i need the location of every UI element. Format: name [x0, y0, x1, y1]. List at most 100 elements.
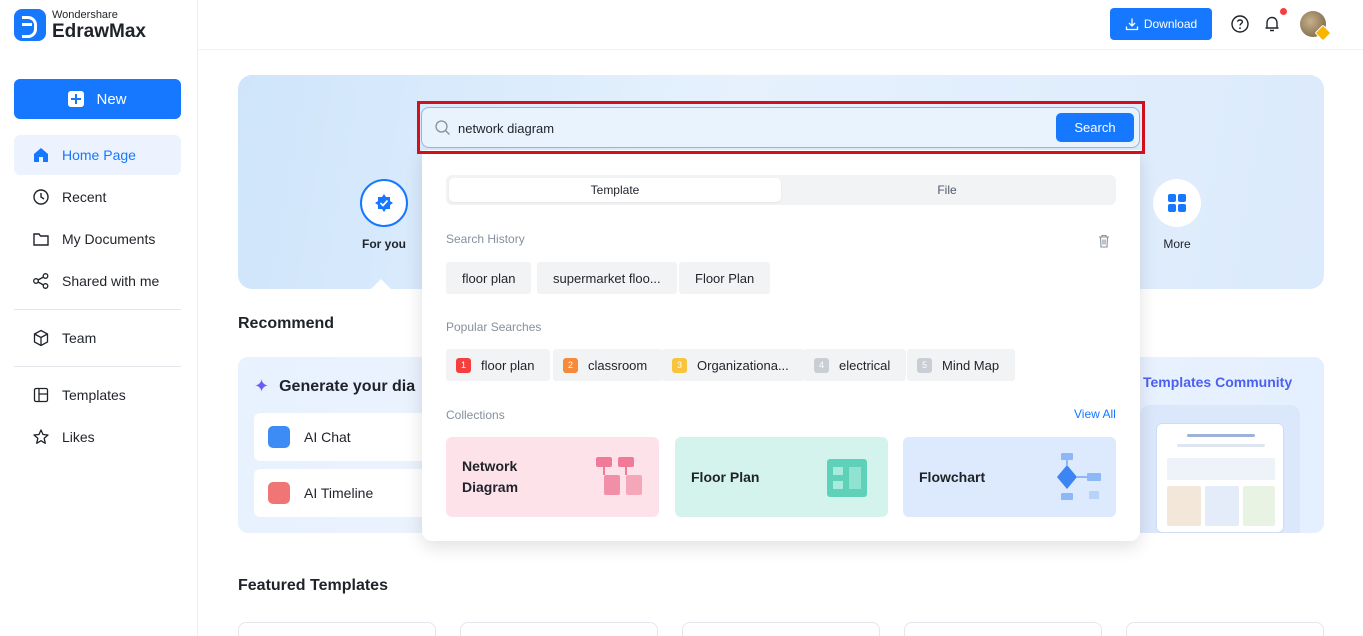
popular-searches-label: Popular Searches — [446, 320, 542, 334]
ai-item-label: AI Chat — [304, 429, 351, 445]
floor-plan-illustration — [827, 459, 867, 497]
sidebar-item-label: Templates — [62, 387, 126, 403]
brand-sub: Wondershare — [52, 8, 118, 21]
popular-chip-label: floor plan — [481, 357, 535, 373]
sidebar-item-label: Team — [62, 330, 97, 346]
edrawmax-logo-icon — [14, 9, 46, 41]
tab-file[interactable]: File — [781, 178, 1113, 202]
folder-icon — [33, 233, 49, 246]
rank-badge: 2 — [563, 357, 578, 373]
history-chip[interactable]: supermarket floo... — [537, 262, 677, 294]
ai-timeline-icon — [268, 482, 290, 504]
collection-label: Floor Plan — [691, 469, 760, 485]
history-chip[interactable]: Floor Plan — [679, 262, 771, 294]
category-more[interactable]: More — [1137, 179, 1217, 251]
help-icon[interactable] — [1230, 14, 1250, 34]
generate-title: ✦ Generate your dia — [254, 376, 415, 397]
rank-badge: 5 — [917, 357, 932, 373]
templates-community-preview[interactable] — [1140, 405, 1300, 533]
templates-community-title[interactable]: Templates Community — [1143, 374, 1292, 390]
search-input[interactable] — [458, 116, 1018, 140]
trash-icon[interactable] — [1096, 233, 1112, 249]
search-icon — [435, 120, 450, 135]
tab-template[interactable]: Template — [449, 178, 781, 202]
category-label: For you — [362, 237, 406, 251]
collection-label-line: Diagram — [462, 479, 519, 495]
featured-template-card[interactable] — [682, 622, 880, 636]
edrawmax-home: Wondershare EdrawMax New Home Page Recen… — [0, 0, 1363, 636]
download-button[interactable]: Download — [1110, 8, 1212, 40]
popular-chip[interactable]: 1 floor plan — [446, 349, 551, 381]
community-screenshot — [1156, 423, 1284, 533]
featured-template-card[interactable] — [1126, 622, 1324, 636]
category-for-you[interactable]: For you — [344, 179, 424, 251]
star-icon — [33, 429, 49, 444]
sidebar-item-home-page[interactable]: Home Page — [14, 135, 181, 175]
search-scope-tabs: Template File — [446, 175, 1116, 205]
popular-chip-label: classroom — [588, 357, 648, 373]
new-button[interactable]: New — [14, 79, 181, 119]
sidebar-item-my-documents[interactable]: My Documents — [14, 219, 181, 259]
team-icon — [33, 329, 49, 347]
avatar[interactable] — [1300, 11, 1326, 37]
brand-main: EdrawMax — [52, 20, 146, 42]
sidebar-item-label: Recent — [62, 189, 107, 205]
app-logo[interactable]: Wondershare EdrawMax — [14, 9, 146, 41]
notification-dot — [1280, 8, 1287, 15]
search-dropdown: Template File Search History floor plan … — [422, 150, 1140, 541]
rank-badge: 3 — [672, 357, 687, 373]
view-all-link[interactable]: View All — [1074, 407, 1116, 421]
rank-badge: 4 — [814, 357, 829, 373]
collection-network-diagram[interactable]: Network Diagram — [446, 437, 659, 517]
featured-template-card[interactable] — [460, 622, 658, 636]
for-you-icon — [360, 179, 408, 227]
sidebar-item-shared-with-me[interactable]: Shared with me — [14, 261, 181, 301]
popular-chip[interactable]: 4 electrical — [804, 349, 907, 381]
new-button-label: New — [96, 90, 127, 108]
popular-chip-label: Organizationa... — [697, 357, 789, 373]
featured-templates-title: Featured Templates — [238, 577, 388, 594]
search-bar: Search — [421, 107, 1140, 148]
search-history-label: Search History — [446, 232, 525, 246]
collection-flowchart[interactable]: Flowchart — [903, 437, 1116, 517]
collection-label: Network Diagram — [462, 456, 518, 498]
popular-chip-label: Mind Map — [942, 357, 1000, 373]
ai-item-label: AI Timeline — [304, 485, 374, 501]
download-icon — [1125, 18, 1138, 31]
flowchart-illustration — [1057, 453, 1101, 500]
category-pointer — [370, 279, 392, 290]
history-chip[interactable]: floor plan — [446, 262, 532, 294]
popular-chip[interactable]: 2 classroom — [553, 349, 664, 381]
featured-template-card[interactable] — [238, 622, 436, 636]
ai-chat-icon — [268, 426, 290, 448]
share-icon — [33, 273, 49, 289]
popular-chip-label: electrical — [839, 357, 891, 373]
collection-label-line: Network — [462, 458, 518, 474]
plus-icon — [68, 91, 85, 107]
popular-chip[interactable]: 5 Mind Map — [907, 349, 1016, 381]
sidebar-item-label: Home Page — [62, 147, 136, 163]
network-diagram-illustration — [596, 457, 642, 495]
templates-icon — [33, 387, 49, 403]
popular-chip[interactable]: 3 Organizationa... — [662, 349, 805, 381]
sidebar-item-label: Shared with me — [62, 273, 160, 289]
grid-icon — [1153, 179, 1201, 227]
sparkle-icon: ✦ — [254, 376, 270, 396]
home-icon — [34, 148, 48, 162]
sidebar-item-templates[interactable]: Templates — [14, 375, 181, 415]
featured-template-card[interactable] — [904, 622, 1102, 636]
rank-badge: 1 — [456, 357, 471, 373]
collection-floor-plan[interactable]: Floor Plan — [675, 437, 888, 517]
sidebar-item-likes[interactable]: Likes — [14, 417, 181, 457]
sidebar-item-team[interactable]: Team — [14, 318, 181, 358]
download-label: Download — [1143, 17, 1198, 31]
ai-chat-card[interactable]: AI Chat — [254, 413, 429, 461]
recommend-title: Recommend — [238, 315, 335, 332]
ai-timeline-card[interactable]: AI Timeline — [254, 469, 429, 517]
search-button[interactable]: Search — [1056, 113, 1134, 142]
collections-label: Collections — [446, 408, 505, 422]
sidebar-item-recent[interactable]: Recent — [14, 177, 181, 217]
generate-title-text: Generate your dia — [279, 377, 416, 395]
sidebar-item-label: My Documents — [62, 231, 156, 247]
bell-icon[interactable] — [1262, 14, 1282, 34]
